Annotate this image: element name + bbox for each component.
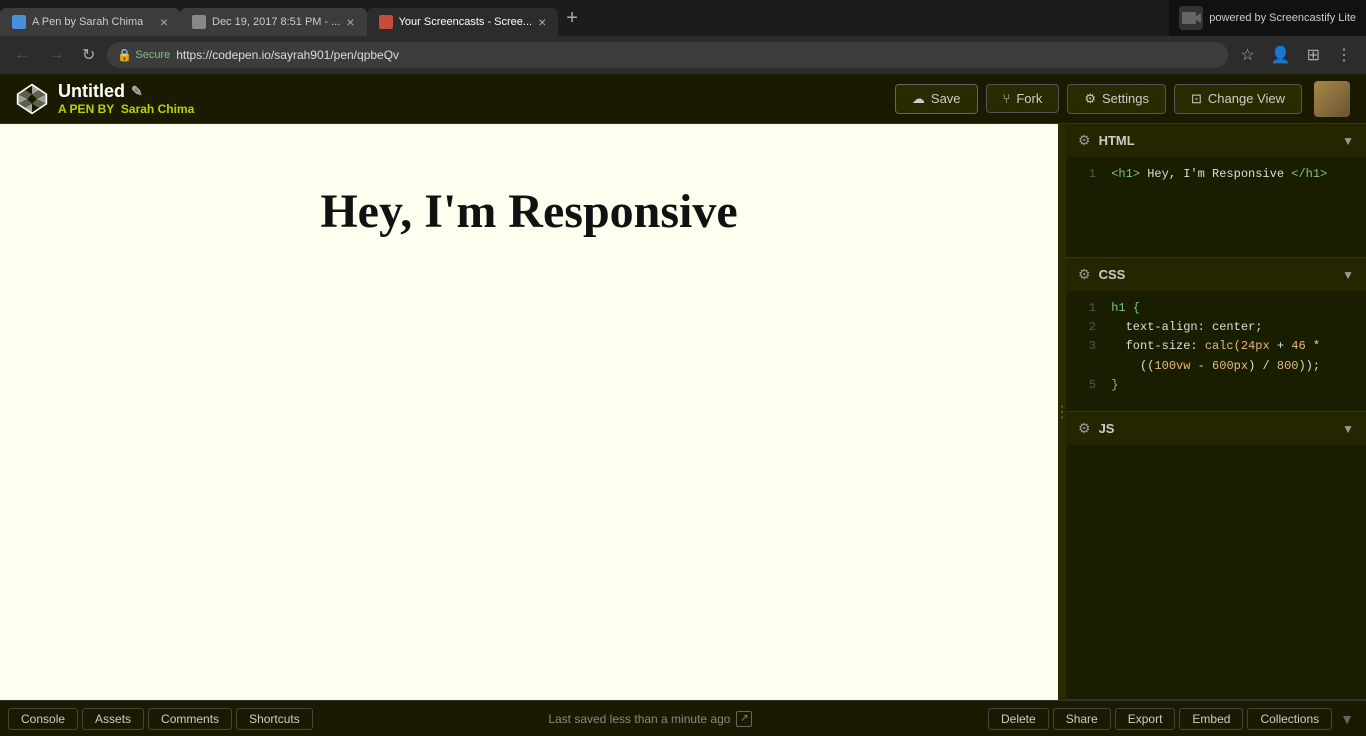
browser-tabs-bar: A Pen by Sarah Chima × Dec 19, 2017 8:51… [0, 0, 1366, 36]
share-button[interactable]: Share [1053, 708, 1111, 730]
tab-favicon-3 [379, 15, 393, 29]
tab-title-2: Dec 19, 2017 8:51 PM - ... [212, 16, 340, 28]
tab-favicon-2 [192, 15, 206, 29]
html-code-editor[interactable]: 1 <h1> Hey, I'm Responsive </h1> [1066, 157, 1366, 257]
extension-button[interactable]: ⊞ [1301, 43, 1326, 67]
bookmark-button[interactable]: ☆ [1234, 43, 1260, 67]
save-status-text: Last saved less than a minute ago [548, 712, 730, 726]
preview-content: Hey, I'm Responsive [320, 184, 737, 239]
html-section-header[interactable]: ⚙ HTML ▼ [1066, 124, 1366, 157]
fork-label: Fork [1016, 91, 1042, 106]
comments-button[interactable]: Comments [148, 708, 232, 730]
codepen-logo [16, 83, 48, 115]
preview-heading: Hey, I'm Responsive [320, 184, 737, 239]
nav-action-buttons: ☆ 👤 ⊞ ⋮ [1234, 43, 1358, 67]
tab-title-3: Your Screencasts - Scree... [399, 16, 533, 28]
css-section-title: CSS [1099, 267, 1335, 282]
js-code-section: ⚙ JS ▼ [1066, 412, 1366, 700]
delete-button[interactable]: Delete [988, 708, 1049, 730]
settings-button[interactable]: ⚙ Settings [1067, 84, 1166, 114]
js-chevron-icon: ▼ [1342, 422, 1354, 436]
url-text: https://codepen.io/sayrah901/pen/qpbeQv [176, 48, 1218, 62]
html-code-section: ⚙ HTML ▼ 1 <h1> Hey, I'm Responsive </h1… [1066, 124, 1366, 258]
html-line-1: 1 <h1> Hey, I'm Responsive </h1> [1076, 165, 1356, 184]
profile-button[interactable]: 👤 [1265, 43, 1297, 67]
css-line-3: 3 font-size: calc(24px + 46 * [1076, 337, 1356, 356]
reload-button[interactable]: ↻ [76, 41, 101, 69]
js-section-title: JS [1099, 421, 1335, 436]
new-tab-button[interactable]: + [558, 3, 586, 34]
css-gear-icon[interactable]: ⚙ [1078, 266, 1091, 283]
tab-close-1[interactable]: × [160, 14, 168, 30]
browser-nav-bar: ← → ↻ 🔒 Secure https://codepen.io/sayrah… [0, 36, 1366, 74]
collections-dropdown-button[interactable]: ▼ [1336, 709, 1358, 729]
pen-by-label: A PEN BY [58, 102, 114, 116]
pen-title-area: Untitled ✎ A PEN BY Sarah Chima [58, 81, 194, 116]
js-code-editor[interactable] [1066, 445, 1366, 699]
pen-author[interactable]: Sarah Chima [121, 102, 194, 116]
lock-icon: 🔒 [117, 48, 132, 62]
panel-drag-handle[interactable] [1058, 124, 1066, 700]
pen-title-text: Untitled [58, 81, 125, 102]
tab-close-2[interactable]: × [346, 14, 354, 30]
js-section-header[interactable]: ⚙ JS ▼ [1066, 412, 1366, 445]
tab-favicon-1 [12, 15, 26, 29]
shortcuts-button[interactable]: Shortcuts [236, 708, 313, 730]
css-code-section: ⚙ CSS ▼ 1 h1 { 2 text-align: center; 3 f… [1066, 258, 1366, 412]
export-button[interactable]: Export [1115, 708, 1176, 730]
main-content-area: Hey, I'm Responsive ⚙ HTML ▼ 1 <h1> Hey,… [0, 124, 1366, 700]
pen-by: A PEN BY Sarah Chima [58, 102, 194, 116]
css-code-editor[interactable]: 1 h1 { 2 text-align: center; 3 font-size… [1066, 291, 1366, 411]
css-line-2: 2 text-align: center; [1076, 318, 1356, 337]
codepen-header: Untitled ✎ A PEN BY Sarah Chima ☁ Save ⑂… [0, 74, 1366, 124]
bottom-bar: Console Assets Comments Shortcuts Last s… [0, 700, 1366, 736]
tab-title-1: A Pen by Sarah Chima [32, 16, 143, 28]
fork-icon: ⑂ [1003, 91, 1011, 106]
html-section-title: HTML [1099, 133, 1335, 148]
save-button[interactable]: ☁ Save [895, 84, 978, 114]
save-cloud-icon: ☁ [912, 91, 925, 107]
browser-tab-2[interactable]: Dec 19, 2017 8:51 PM - ... × [180, 8, 367, 36]
save-status: Last saved less than a minute ago ↗ [317, 711, 984, 727]
preview-panel: Hey, I'm Responsive [0, 124, 1058, 700]
change-view-label: Change View [1208, 91, 1285, 106]
tab-close-3[interactable]: × [538, 14, 546, 30]
css-line-4: ((100vw - 600px) / 800)); [1076, 357, 1356, 376]
pen-title: Untitled ✎ [58, 81, 194, 102]
menu-button[interactable]: ⋮ [1330, 43, 1358, 67]
js-gear-icon[interactable]: ⚙ [1078, 420, 1091, 437]
css-line-1: 1 h1 { [1076, 299, 1356, 318]
forward-button[interactable]: → [42, 42, 70, 68]
code-panel: ⚙ HTML ▼ 1 <h1> Hey, I'm Responsive </h1… [1066, 124, 1366, 700]
screencastify-label: powered by Screencastify Lite [1209, 12, 1356, 24]
back-button[interactable]: ← [8, 42, 36, 68]
browser-tab-3[interactable]: Your Screencasts - Scree... × [367, 8, 559, 36]
secure-label: Secure [135, 49, 170, 61]
settings-gear-icon: ⚙ [1084, 91, 1096, 107]
collections-button-group: Collections ▼ [1247, 708, 1358, 730]
collections-button[interactable]: Collections [1247, 708, 1332, 730]
user-avatar[interactable] [1314, 81, 1350, 117]
save-label: Save [931, 91, 961, 106]
html-chevron-icon: ▼ [1342, 134, 1354, 148]
change-view-icon: ⊡ [1191, 91, 1202, 107]
css-section-header[interactable]: ⚙ CSS ▼ [1066, 258, 1366, 291]
edit-title-icon[interactable]: ✎ [131, 83, 143, 100]
html-gear-icon[interactable]: ⚙ [1078, 132, 1091, 149]
screencastify-icon [1179, 6, 1203, 30]
css-chevron-icon: ▼ [1342, 268, 1354, 282]
settings-label: Settings [1102, 91, 1149, 106]
fork-button[interactable]: ⑂ Fork [986, 84, 1060, 113]
assets-button[interactable]: Assets [82, 708, 144, 730]
change-view-button[interactable]: ⊡ Change View [1174, 84, 1302, 114]
url-bar[interactable]: 🔒 Secure https://codepen.io/sayrah901/pe… [107, 42, 1228, 68]
screencastify-badge: powered by Screencastify Lite [1169, 0, 1366, 36]
bottom-right-buttons: Delete Share Export Embed Collections ▼ [988, 708, 1358, 730]
save-status-icon: ↗ [736, 711, 752, 727]
browser-tab-1[interactable]: A Pen by Sarah Chima × [0, 8, 180, 36]
embed-button[interactable]: Embed [1179, 708, 1243, 730]
css-line-5: 5 } [1076, 376, 1356, 395]
console-button[interactable]: Console [8, 708, 78, 730]
secure-badge: 🔒 Secure [117, 48, 170, 62]
